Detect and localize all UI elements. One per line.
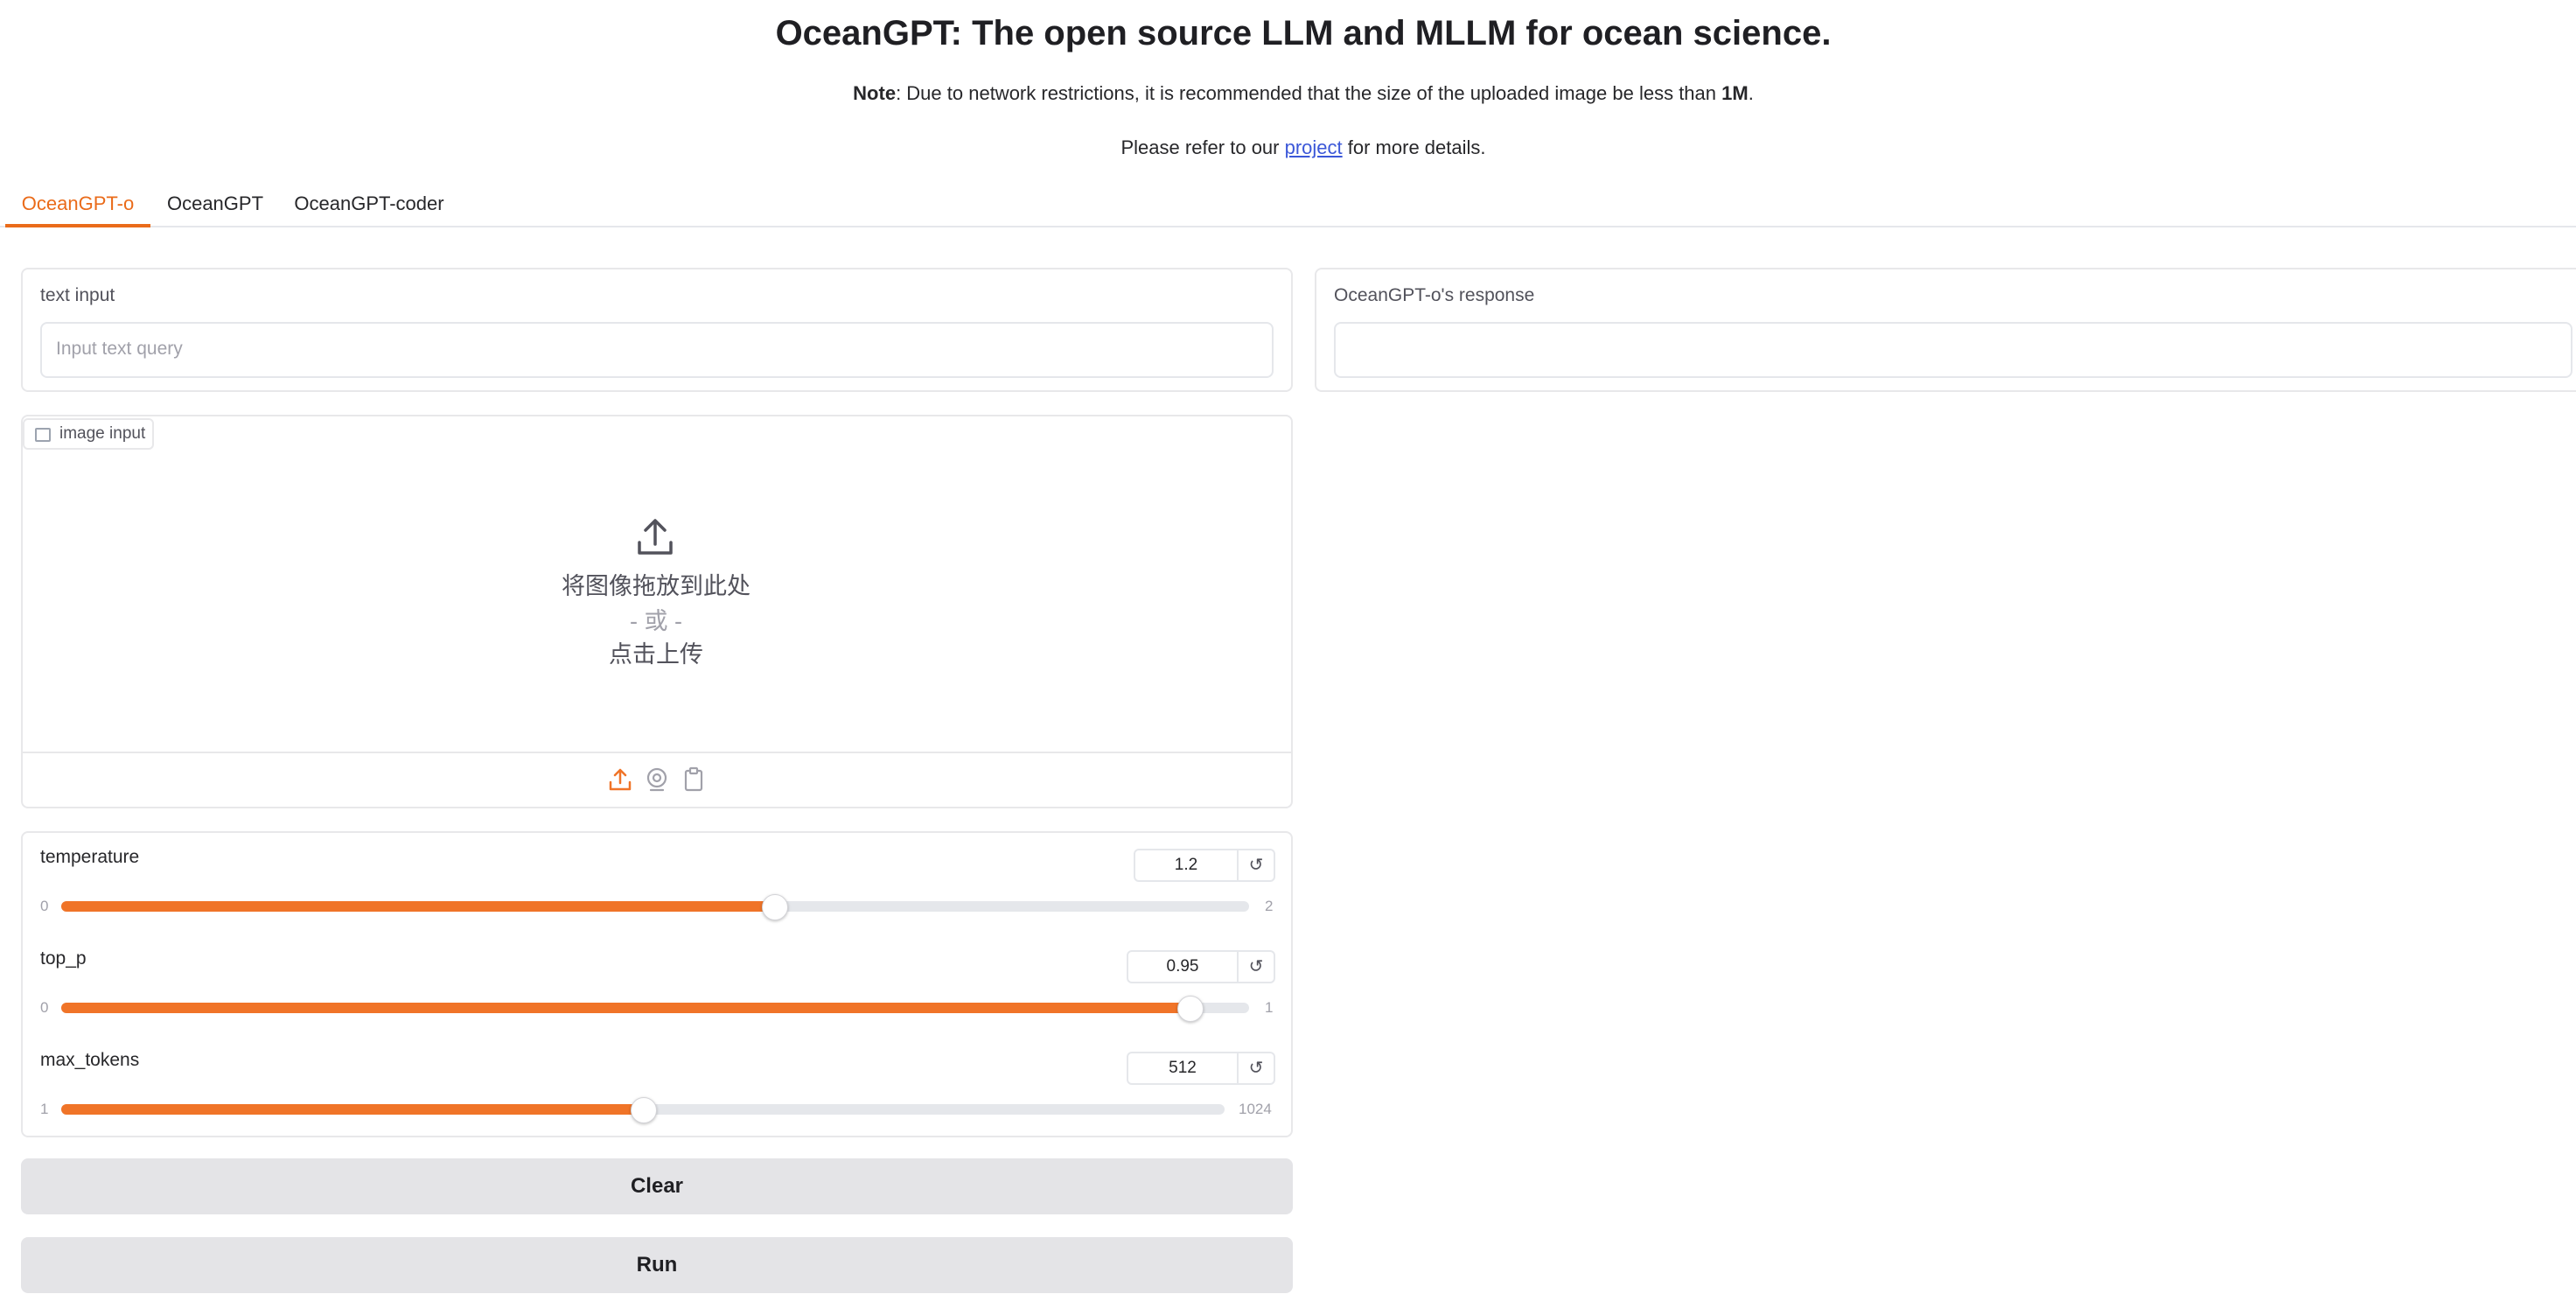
refer-suffix: for more details. <box>1342 136 1486 158</box>
note-end: . <box>1748 82 1754 104</box>
project-link[interactable]: project <box>1285 136 1343 158</box>
note-body: : Due to network restrictions, it is rec… <box>896 82 1722 104</box>
tab-oceangpt[interactable]: OceanGPT <box>159 184 271 226</box>
response-label: OceanGPT-o's response <box>1334 285 1535 305</box>
click-upload-text[interactable]: 点击上传 <box>0 635 1312 669</box>
tab-oceangpt-o[interactable]: OceanGPT-o <box>5 184 150 227</box>
max-tokens-slider-fill <box>61 1104 643 1115</box>
top-p-reset-button[interactable]: ↺ <box>1239 950 1275 983</box>
top-p-slider[interactable] <box>61 996 1249 1022</box>
refer-prefix: Please refer to our <box>1120 136 1285 158</box>
max-tokens-min: 1 <box>40 1101 49 1117</box>
temperature-label: temperature <box>40 847 140 867</box>
top-p-slider-thumb[interactable] <box>1177 996 1204 1022</box>
tab-bar: OceanGPT-o OceanGPT OceanGPT-coder <box>0 184 2576 227</box>
page-title: OceanGPT: The open source LLM and MLLM f… <box>775 14 1832 52</box>
tab-oceangpt-coder[interactable]: OceanGPT-coder <box>289 184 450 226</box>
upload-icon[interactable] <box>607 766 633 793</box>
top-p-label: top_p <box>40 948 87 969</box>
image-icon <box>35 428 51 442</box>
response-field[interactable] <box>1334 322 2573 378</box>
temperature-slider-fill <box>61 901 774 912</box>
max-tokens-slider-thumb[interactable] <box>631 1097 657 1123</box>
text-input-label: text input <box>40 285 115 305</box>
response-panel: OceanGPT-o's response <box>1315 268 2576 392</box>
drop-text: 将图像拖放到此处 <box>562 573 750 599</box>
image-input-label: image input <box>23 418 154 450</box>
top-p-slider-fill <box>61 1003 1190 1013</box>
temperature-reset-button[interactable]: ↺ <box>1239 849 1275 882</box>
top-p-min: 0 <box>40 999 49 1016</box>
temperature-slider-thumb[interactable] <box>761 894 788 920</box>
note-size: 1M <box>1721 82 1749 104</box>
max-tokens-max: 1024 <box>1239 1101 1272 1117</box>
note-prefix: Note <box>853 82 897 104</box>
top-p-number-input[interactable]: 0.95 <box>1127 950 1239 983</box>
or-text: - 或 - <box>630 608 682 634</box>
text-input-field[interactable]: Input text query <box>40 322 1274 378</box>
top-p-max: 1 <box>1265 999 1274 1016</box>
clear-button[interactable]: Clear <box>21 1158 1293 1214</box>
toolbar-divider <box>23 752 1291 753</box>
text-input-panel: text input Input text query <box>21 268 1293 392</box>
temperature-number-input[interactable]: 1.2 <box>1134 849 1239 882</box>
temperature-max: 2 <box>1265 898 1274 914</box>
max-tokens-number-input[interactable]: 512 <box>1127 1052 1239 1085</box>
temperature-slider[interactable] <box>61 894 1249 920</box>
temperature-min: 0 <box>40 898 49 914</box>
note-text: Note: Due to network restrictions, it is… <box>0 80 2576 107</box>
upload-arrow-icon <box>638 519 673 555</box>
refer-text: Please refer to our project for more det… <box>0 135 2576 161</box>
webcam-icon[interactable] <box>644 766 670 793</box>
clipboard-icon[interactable] <box>681 766 707 793</box>
run-button[interactable]: Run <box>21 1237 1293 1293</box>
parameters-panel <box>21 831 1293 1137</box>
max-tokens-slider[interactable] <box>61 1097 1225 1123</box>
max-tokens-label: max_tokens <box>40 1050 140 1070</box>
image-input-label-text: image input <box>59 424 146 443</box>
max-tokens-reset-button[interactable]: ↺ <box>1239 1052 1275 1085</box>
